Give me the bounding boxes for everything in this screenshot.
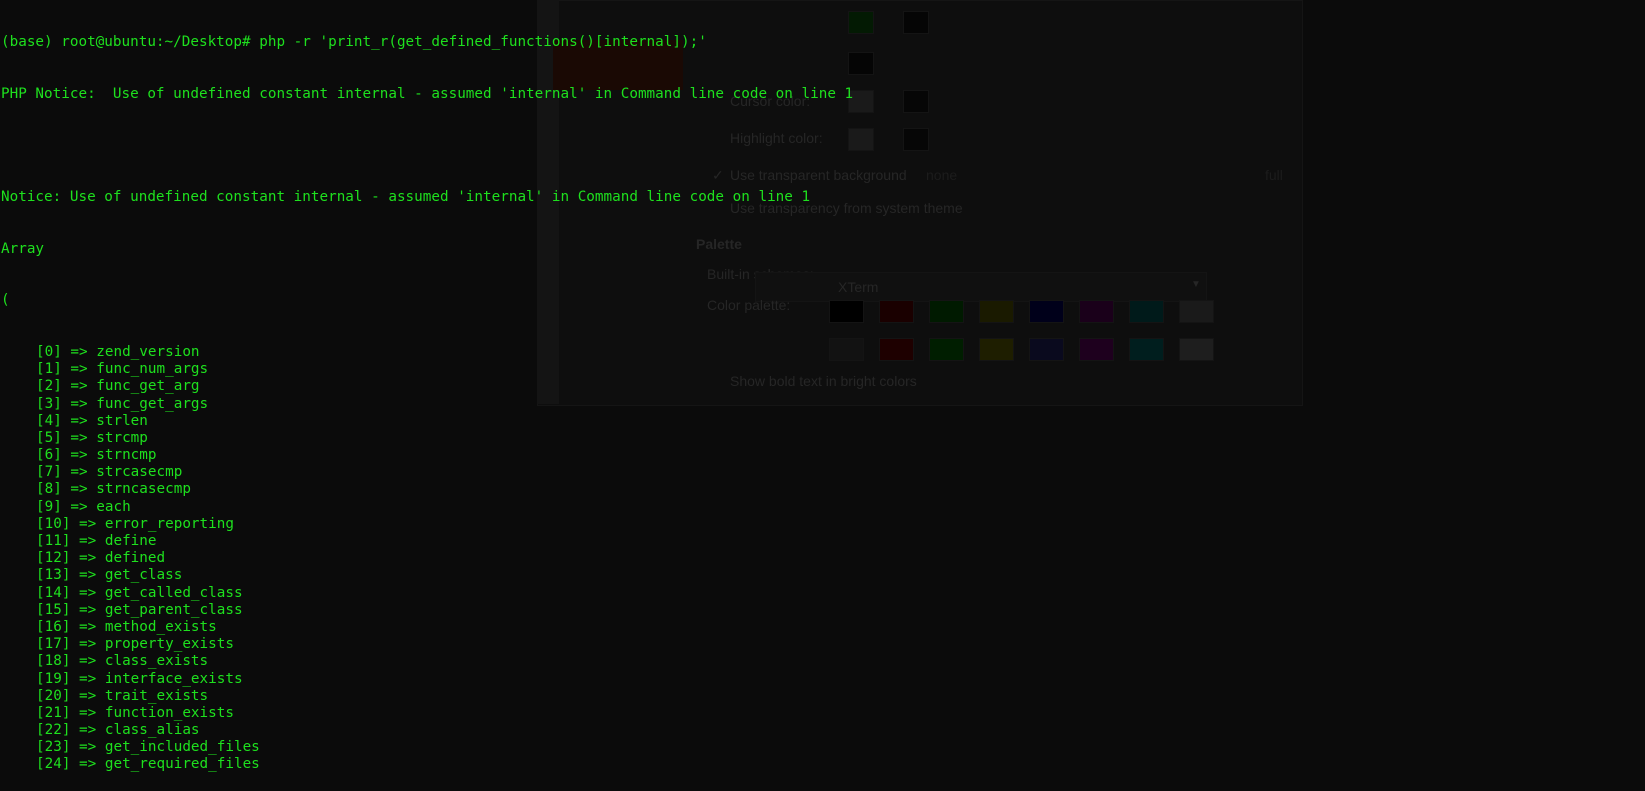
array-entry: [16] => method_exists — [36, 618, 217, 635]
palette-swatch — [1129, 338, 1164, 361]
transparency-none-label: none — [926, 167, 958, 183]
array-entry: [7] => strcasecmp — [36, 464, 183, 481]
palette-swatch — [979, 338, 1014, 361]
array-entry: [14] => get_called_class — [36, 584, 243, 601]
array-entry: [15] => get_parent_class — [36, 601, 243, 618]
chevron-down-icon: ▼ — [1191, 279, 1201, 290]
cursor-bg-swatch — [903, 90, 929, 113]
terminal-output[interactable]: (base) root@ubuntu:~/Desktop# php -r 'pr… — [1, 0, 853, 791]
array-entry: [3] => func_get_args — [36, 395, 209, 412]
array-entry: [12] => defined — [36, 550, 166, 567]
palette-swatch — [879, 300, 914, 323]
palette-swatch — [1179, 300, 1214, 323]
array-entry: [11] => define — [36, 533, 157, 550]
array-entry: [17] => property_exists — [36, 636, 234, 653]
array-entry: [1] => func_num_args — [36, 361, 209, 378]
command-prompt-line: (base) root@ubuntu:~/Desktop# php -r 'pr… — [1, 34, 707, 51]
array-entries: [0] => zend_version [1] => func_num_args[… — [1, 344, 853, 774]
palette-swatch — [1129, 300, 1164, 323]
array-entry: [10] => error_reporting — [36, 515, 234, 532]
array-entry: [20] => trait_exists — [36, 687, 209, 704]
array-label: Array — [1, 240, 45, 257]
array-entry: [24] => get_required_files — [36, 756, 260, 773]
palette-swatch — [929, 338, 964, 361]
array-entry: [8] => strncasecmp — [36, 481, 191, 498]
array-entry: [9] => each — [36, 498, 131, 515]
array-entry: [21] => function_exists — [36, 704, 234, 721]
array-entry: [19] => interface_exists — [36, 670, 243, 687]
transparency-full-label: full — [1265, 167, 1283, 183]
array-entry: [6] => strncmp — [36, 447, 157, 464]
palette-swatch — [929, 300, 964, 323]
open-paren: ( — [1, 292, 10, 309]
array-entry: [23] => get_included_files — [36, 739, 260, 756]
palette-swatch — [1079, 300, 1114, 323]
array-entry: [22] => class_alias — [36, 722, 200, 739]
notice-line: Notice: Use of undefined constant intern… — [1, 189, 811, 206]
palette-swatch — [1029, 300, 1064, 323]
palette-swatch — [1079, 338, 1114, 361]
array-entry: [4] => strlen — [36, 412, 148, 429]
array-entry: [5] => strcmp — [36, 429, 148, 446]
array-entry: [18] => class_exists — [36, 653, 209, 670]
array-entry: [13] => get_class — [36, 567, 183, 584]
array-entry: [2] => func_get_arg — [36, 378, 200, 395]
highlight-bg-swatch — [903, 128, 929, 151]
array-entry: [0] => zend_version — [36, 343, 200, 360]
php-notice-line: PHP Notice: Use of undefined constant in… — [1, 86, 854, 102]
palette-swatch — [879, 338, 914, 361]
palette-swatch — [1179, 338, 1214, 361]
palette-swatch — [979, 300, 1014, 323]
background-color-swatch — [903, 11, 929, 34]
palette-swatch — [1029, 338, 1064, 361]
